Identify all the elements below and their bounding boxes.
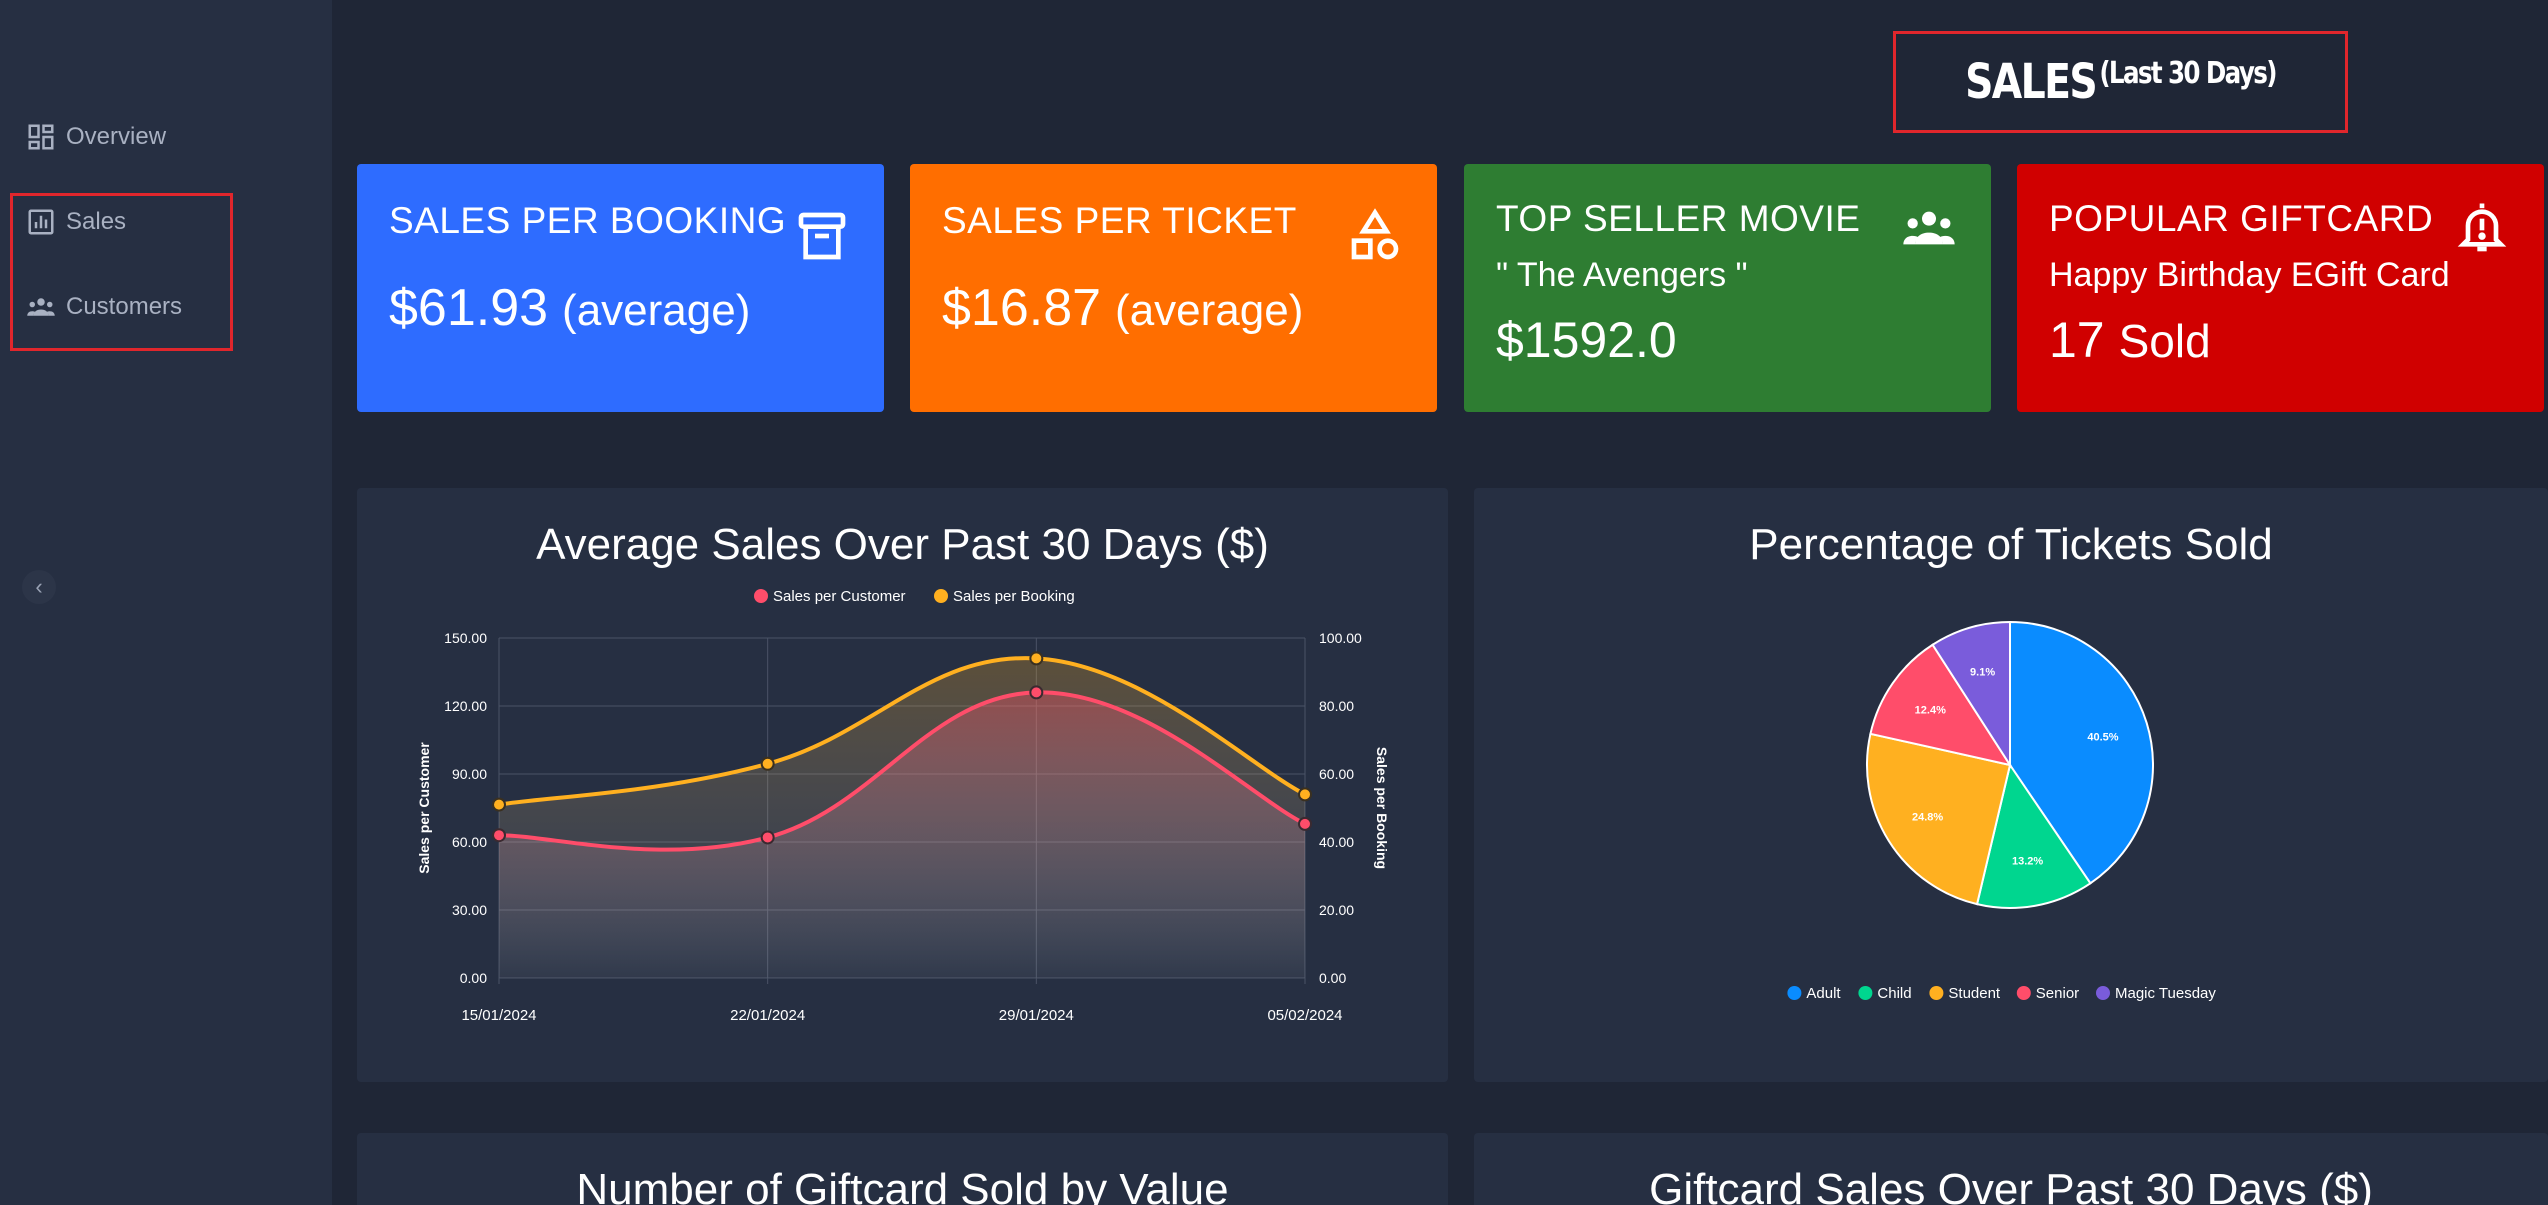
data-point-sales-per-customer (760, 830, 775, 845)
legend-marker (2016, 986, 2031, 1000)
legend-label: Senior (2036, 985, 2079, 1002)
page-title: SALES (Last 30 Days) (1893, 31, 2348, 133)
page-title-period: (Last 30 Days) (2099, 56, 2277, 91)
card-sales-per-ticket: SALES PER TICKET $16.87 (average) (910, 164, 1437, 412)
y-tick-label-right: 40.00 (1319, 834, 1354, 850)
data-point-sales-per-booking (1298, 787, 1312, 802)
card-popular-giftcard: POPULAR GIFTCARD Happy Birthday EGift Ca… (2017, 164, 2544, 412)
shapes-icon (1347, 208, 1403, 264)
y-tick-label-right: 0.00 (1319, 970, 1346, 986)
pie-data-label: 12.4% (1915, 704, 1946, 716)
x-tick-label: 22/01/2024 (730, 1007, 805, 1024)
card-note: (average) (1115, 286, 1304, 335)
card-value: $1592.0 (1496, 312, 1677, 368)
card-movie-name: " The Avengers " (1496, 256, 1748, 294)
legend-marker (1787, 986, 1802, 1000)
legend-marker (754, 589, 768, 603)
data-point-sales-per-booking (760, 756, 775, 771)
pie-data-label: 24.8% (1912, 812, 1943, 824)
card-top-seller-movie: TOP SELLER MOVIE " The Avengers " $1592.… (1464, 164, 1991, 412)
y-tick-label-left: 0.00 (460, 970, 487, 986)
data-point-sales-per-customer (492, 828, 506, 843)
y-tick-label-left: 60.00 (452, 834, 487, 850)
people-icon (1901, 200, 1957, 256)
chart-panel-tickets: Percentage of Tickets Sold 40.5% 13.2% 24.… (1474, 488, 2548, 1082)
card-title: TOP SELLER MOVIE (1496, 198, 1861, 239)
legend-label: Sales per Booking (953, 588, 1075, 605)
card-title: POPULAR GIFTCARD (2049, 198, 2434, 239)
legend-marker (1858, 986, 1873, 1000)
legend-label: Child (1877, 985, 1911, 1002)
chart-panel-avg-sales: Average Sales Over Past 30 Days ($) 0.00… (357, 488, 1448, 1082)
pie-data-label: 13.2% (2012, 856, 2043, 868)
y-tick-label-right: 60.00 (1319, 766, 1354, 782)
card-sales-per-booking: SALES PER BOOKING $61.93 (average) (357, 164, 884, 412)
y-tick-label-left: 90.00 (452, 766, 487, 782)
card-title: SALES PER BOOKING (389, 200, 787, 241)
sidebar-highlight-box (10, 193, 233, 351)
pie-chart: 40.5% 13.2% 24.8% 12.4% 9.1% Adult Child Studen… (1787, 620, 2216, 1002)
line-chart: 0.00 0.00 30.00 20.00 60.00 40.00 90.00 60.00 12… (416, 588, 1390, 1024)
card-value: 17 (2049, 312, 2105, 368)
data-point-sales-per-booking (492, 797, 506, 812)
page-title-text: SALES (1965, 54, 2098, 110)
archive-icon (794, 208, 850, 264)
bell-alert-icon (2454, 200, 2510, 256)
pie-data-label: 40.5% (2087, 731, 2118, 743)
x-tick-label: 29/01/2024 (999, 1007, 1074, 1024)
pie-data-label: 9.1% (1970, 667, 1995, 679)
y-tick-label-right: 80.00 (1319, 698, 1354, 714)
x-tick-label: 15/01/2024 (461, 1007, 536, 1024)
legend-label: Student (1948, 985, 2001, 1002)
card-unit: Sold (2118, 315, 2211, 367)
legend-marker (2096, 986, 2110, 1000)
chart-title: Giftcard Sales Over Past 30 Days ($) (1649, 1165, 2373, 1205)
y-tick-label-left: 150.00 (444, 630, 487, 646)
data-point-sales-per-customer (1298, 816, 1312, 831)
sidebar-collapse-button[interactable]: ‹ (22, 570, 56, 604)
y-axis-title-right: Sales per Booking (1374, 747, 1390, 869)
legend-marker (1929, 986, 1944, 1000)
sidebar-item-label: Overview (66, 123, 167, 150)
y-axis-title-left: Sales per Customer (416, 742, 432, 874)
card-title: SALES PER TICKET (942, 200, 1297, 241)
card-value: $61.93 (389, 279, 549, 337)
data-point-sales-per-booking (1029, 651, 1044, 666)
dashboard-icon (28, 124, 54, 150)
x-tick-label: 05/02/2024 (1267, 1007, 1342, 1024)
chart-panel-giftcard-count: Number of Giftcard Sold by Value (357, 1133, 1448, 1205)
data-point-sales-per-customer (1029, 685, 1044, 700)
card-note: (average) (562, 286, 751, 335)
card-value: $16.87 (942, 279, 1102, 337)
chart-title: Number of Giftcard Sold by Value (576, 1165, 1229, 1205)
y-tick-label-right: 100.00 (1319, 630, 1362, 646)
card-giftcard-name: Happy Birthday EGift Card (2049, 256, 2450, 294)
legend-label: Sales per Customer (773, 588, 906, 605)
y-tick-label-right: 20.00 (1319, 902, 1354, 918)
y-tick-label-left: 30.00 (452, 902, 487, 918)
chart-panel-giftcard-sales: Giftcard Sales Over Past 30 Days ($) (1474, 1133, 2548, 1205)
sidebar-item-overview[interactable]: Overview (26, 122, 166, 152)
y-tick-label-left: 120.00 (444, 698, 487, 714)
legend-label: Magic Tuesday (2115, 985, 2216, 1002)
sidebar: Overview Sales Customers ‹ (0, 0, 332, 1205)
chevron-left-icon: ‹ (35, 574, 43, 599)
legend-marker (934, 589, 948, 603)
legend-label: Adult (1806, 985, 1841, 1002)
